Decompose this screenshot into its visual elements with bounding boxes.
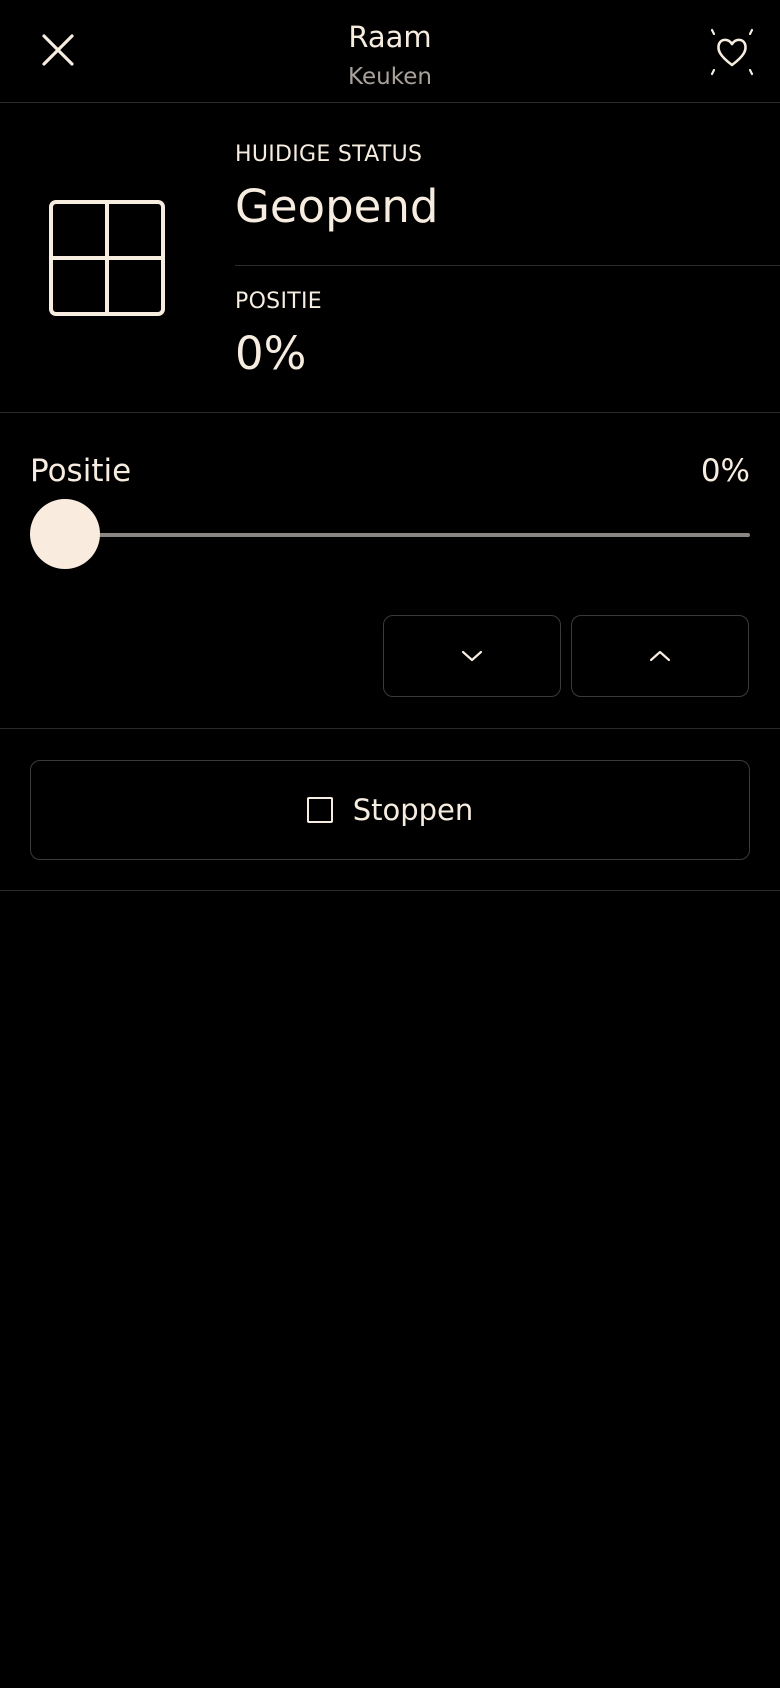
position-status-value: 0% <box>235 327 307 380</box>
move-down-button[interactable] <box>383 615 561 697</box>
close-button[interactable] <box>30 22 86 78</box>
chevron-down-icon <box>461 650 483 662</box>
current-status-label: HUIDIGE STATUS <box>235 142 423 167</box>
stop-section: Stoppen <box>0 729 780 891</box>
window-icon <box>49 200 165 316</box>
stop-button-label: Stoppen <box>352 793 474 827</box>
close-icon <box>42 34 74 66</box>
current-status-block: HUIDIGE STATUS Geopend <box>235 141 780 266</box>
page-title: Raam <box>348 20 432 54</box>
move-up-button[interactable] <box>571 615 749 697</box>
chevron-up-icon <box>649 650 671 662</box>
title-group: Raam Keuken <box>150 18 630 93</box>
position-slider-thumb[interactable] <box>30 499 100 569</box>
position-status-label: POSITIE <box>235 289 322 314</box>
heart-outline-icon <box>710 28 754 76</box>
header: Raam Keuken <box>0 0 780 103</box>
favorite-button[interactable] <box>702 22 762 82</box>
current-status-value: Geopend <box>235 180 439 233</box>
position-control-label: Positie <box>30 453 132 489</box>
position-status-block: POSITIE 0% <box>235 288 780 382</box>
stop-button[interactable]: Stoppen <box>30 760 750 860</box>
position-control-value: 0% <box>700 453 750 489</box>
page-subtitle: Keuken <box>348 64 432 90</box>
position-control-section: Positie 0% <box>0 413 780 729</box>
status-section: HUIDIGE STATUS Geopend POSITIE 0% <box>0 103 780 413</box>
stop-square-icon <box>306 797 333 823</box>
position-slider-track[interactable] <box>30 533 750 537</box>
